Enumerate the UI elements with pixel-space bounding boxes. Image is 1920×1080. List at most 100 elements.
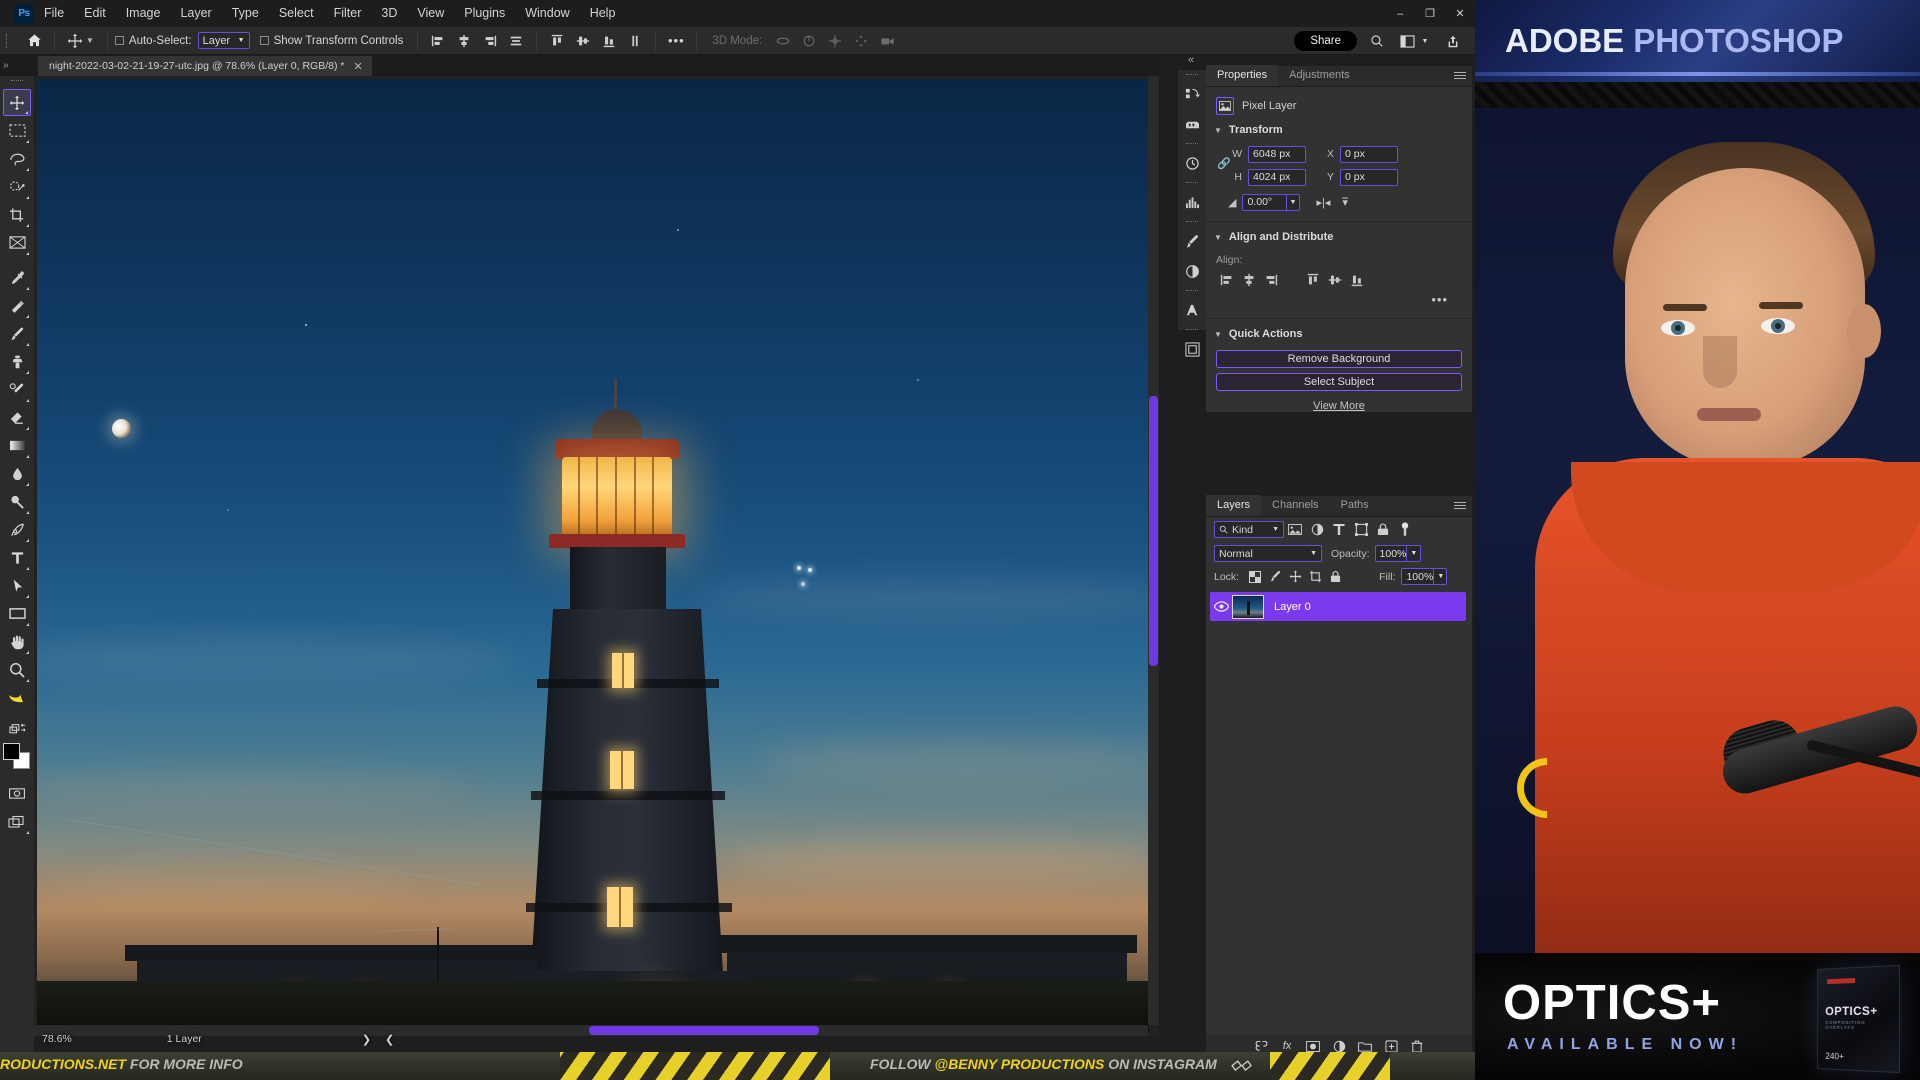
histogram-icon[interactable] [1178, 187, 1206, 217]
3d-orbit-icon[interactable] [770, 28, 796, 54]
select-subject-button[interactable]: Select Subject [1216, 373, 1462, 391]
vertical-scroll-thumb[interactable] [1149, 396, 1158, 666]
screen-mode-icon[interactable] [3, 808, 31, 835]
chevron-down-icon[interactable]: ▼ [1415, 31, 1435, 51]
color-swatches[interactable] [3, 743, 31, 769]
blur-tool[interactable] [3, 460, 31, 487]
flip-vertical-icon[interactable]: ▾̅ [1342, 196, 1348, 209]
align-left-icon[interactable] [1216, 269, 1238, 291]
align-horizontal-centers-icon[interactable] [451, 28, 477, 54]
3d-roll-icon[interactable] [796, 28, 822, 54]
3d-camera-icon[interactable] [874, 28, 900, 54]
expand-panels-icon[interactable]: » [3, 56, 9, 76]
prev-state-arrow[interactable]: ❮ [385, 1033, 394, 1046]
menu-item-view[interactable]: View [407, 0, 454, 27]
minimize-button[interactable]: – [1385, 0, 1415, 27]
panel-menu-icon[interactable] [1454, 72, 1466, 81]
tab-adjustments[interactable]: Adjustments [1278, 65, 1361, 86]
lock-image-pixels-icon[interactable] [1265, 568, 1285, 586]
zoom-level[interactable]: 78.6% [42, 1033, 72, 1045]
align-right-icon[interactable] [1260, 269, 1282, 291]
type-tool[interactable] [3, 544, 31, 571]
view-more-link[interactable]: View More [1206, 400, 1472, 412]
auto-select-scope-dropdown[interactable]: Layer ▼ [197, 32, 250, 49]
align-more-icon[interactable]: ••• [1206, 292, 1472, 310]
history-brush-tool[interactable] [3, 376, 31, 403]
move-tool[interactable] [3, 89, 31, 116]
frame-tool[interactable] [3, 229, 31, 256]
path-selection-tool[interactable] [3, 572, 31, 599]
home-icon[interactable] [21, 28, 47, 54]
layer-name[interactable]: Layer 0 [1274, 601, 1311, 613]
align-bottom-icon[interactable] [1346, 269, 1368, 291]
eyedropper-tool[interactable] [3, 264, 31, 291]
menu-item-file[interactable]: File [34, 0, 74, 27]
align-left-edges-icon[interactable] [425, 28, 451, 54]
options-bar-grip[interactable] [3, 32, 13, 50]
menu-item-3d[interactable]: 3D [371, 0, 407, 27]
document-tab[interactable]: night-2022-03-02-21-19-27-utc.jpg @ 78.6… [38, 56, 372, 76]
tab-layers[interactable]: Layers [1206, 495, 1262, 516]
remove-background-button[interactable]: Remove Background [1216, 350, 1462, 368]
foreground-color-swatch[interactable] [3, 743, 20, 760]
align-center-vertical-icon[interactable] [1324, 269, 1346, 291]
move-tool-icon[interactable] [62, 28, 88, 54]
next-state-arrow[interactable]: ❯ [362, 1033, 371, 1046]
maximize-button[interactable]: ❐ [1415, 0, 1445, 27]
type-filter-icon[interactable] [1328, 520, 1350, 540]
layer-visibility-icon[interactable] [1210, 601, 1232, 612]
vertical-scrollbar[interactable] [1148, 76, 1159, 1025]
transform-section-header[interactable]: ▼ Transform [1206, 119, 1472, 141]
quick-actions-section-header[interactable]: ▼ Quick Actions [1206, 323, 1472, 345]
menu-item-window[interactable]: Window [515, 0, 579, 27]
rectangular-marquee-tool[interactable] [3, 117, 31, 144]
tools-panel-grip[interactable] [0, 78, 34, 88]
align-bottom-edges-icon[interactable] [596, 28, 622, 54]
color-swatch-icon[interactable] [1178, 109, 1206, 139]
align-top-edges-icon[interactable] [544, 28, 570, 54]
tab-properties[interactable]: Properties [1206, 65, 1279, 86]
menu-item-edit[interactable]: Edit [74, 0, 116, 27]
object-selection-tool[interactable] [3, 173, 31, 200]
collapse-panels-icon[interactable]: « [1188, 54, 1194, 66]
adjustment-filter-icon[interactable] [1306, 520, 1328, 540]
fill-input[interactable]: 100% ▼ [1401, 568, 1448, 585]
close-icon[interactable]: ✕ [353, 60, 362, 73]
chevron-down-icon[interactable]: ▼ [1285, 194, 1300, 210]
spot-healing-brush-tool[interactable] [3, 292, 31, 319]
lock-all-icon[interactable] [1325, 568, 1345, 586]
menu-item-select[interactable]: Select [269, 0, 324, 27]
menu-item-plugins[interactable]: Plugins [454, 0, 515, 27]
layer-thumbnail[interactable] [1232, 594, 1264, 619]
lasso-tool[interactable] [3, 145, 31, 172]
dodge-tool[interactable] [3, 488, 31, 515]
brush-tool[interactable] [3, 320, 31, 347]
pixel-filter-icon[interactable] [1284, 520, 1306, 540]
shape-filter-icon[interactable] [1350, 520, 1372, 540]
menu-item-type[interactable]: Type [222, 0, 269, 27]
menu-item-layer[interactable]: Layer [170, 0, 221, 27]
pen-tool[interactable] [3, 516, 31, 543]
chevron-down-icon[interactable]: ▼ [1433, 569, 1447, 584]
share-button[interactable]: Share [1294, 31, 1357, 51]
banana-tool[interactable] [3, 684, 31, 711]
menu-item-help[interactable]: Help [580, 0, 626, 27]
workspace-icon[interactable] [1397, 31, 1417, 51]
quick-mask-icon[interactable] [3, 780, 31, 807]
link-icon[interactable]: 🔗 [1217, 157, 1231, 170]
width-input[interactable]: 6048 px [1248, 145, 1306, 163]
smart-object-filter-icon[interactable] [1372, 520, 1394, 540]
tab-channels[interactable]: Channels [1261, 495, 1329, 516]
panel-menu-icon[interactable] [1454, 502, 1466, 511]
patterns-icon[interactable] [1178, 334, 1206, 364]
rectangle-tool[interactable] [3, 600, 31, 627]
lock-artboard-icon[interactable] [1305, 568, 1325, 586]
edit-toolbar-icon[interactable] [3, 719, 31, 739]
height-input[interactable]: 4024 px [1248, 168, 1306, 186]
align-vertical-centers-icon[interactable] [570, 28, 596, 54]
angle-input[interactable]: 0.00° ▼ [1242, 193, 1301, 211]
zoom-tool[interactable] [3, 656, 31, 683]
auto-select-checkbox[interactable] [114, 36, 124, 45]
more-options-icon[interactable]: ••• [663, 28, 689, 54]
tab-paths[interactable]: Paths [1330, 495, 1380, 516]
